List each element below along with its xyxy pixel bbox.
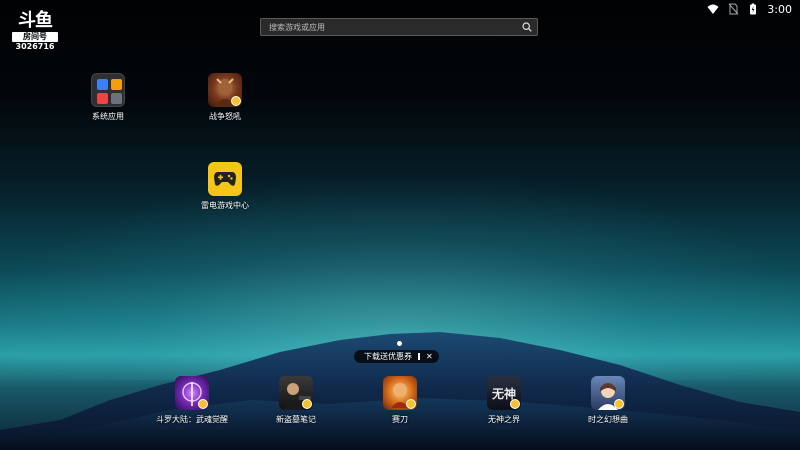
app-label: 新盗墓笔记	[276, 415, 316, 424]
search-icon	[522, 22, 532, 32]
status-bar: 3:00	[707, 0, 800, 18]
logo-brand: 斗鱼	[18, 10, 53, 31]
badge-icon	[302, 399, 312, 409]
war-game-icon	[208, 73, 242, 107]
app-time-fantasy[interactable]: 时之幻想曲	[568, 376, 648, 425]
room-id: 3026716	[15, 42, 55, 51]
app-douluo-dalu[interactable]: 斗罗大陆：武魂觉醒	[152, 376, 232, 425]
no-sim-icon	[728, 3, 739, 15]
app-war-roar[interactable]: 战争怒吼	[185, 73, 265, 122]
app-ldplayer-game-center[interactable]: 雷电游戏中心	[185, 162, 265, 211]
app-label: 系统应用	[92, 112, 124, 121]
coupon-text: 下载送优惠券	[364, 352, 412, 361]
search-input[interactable]	[261, 19, 517, 35]
search-bar[interactable]	[260, 18, 538, 36]
app-label: 赛刀	[392, 415, 408, 424]
android-home-screen: 3:00 斗鱼 房间号 3026716 系统应用	[0, 0, 800, 450]
coupon-banner[interactable]: 下载送优惠券 ✕	[354, 350, 439, 363]
badge-icon	[231, 96, 241, 106]
douyu-logo: 斗鱼 房间号 3026716	[12, 12, 58, 52]
app-label: 时之幻想曲	[588, 415, 628, 424]
app-system-apps[interactable]: 系统应用	[68, 73, 148, 122]
app-tomb-notes[interactable]: 新盗墓笔记	[256, 376, 336, 425]
app-label: 斗罗大陆：武魂觉醒	[156, 415, 228, 424]
time-fantasy-game-icon	[591, 376, 625, 410]
wifi-icon	[707, 4, 719, 14]
app-saidao[interactable]: 赛刀	[360, 376, 440, 425]
room-label: 房间号	[12, 32, 58, 42]
app-label: 无神之界	[488, 415, 520, 424]
search-button[interactable]	[517, 19, 537, 35]
clock: 3:00	[767, 2, 792, 16]
app-wushen[interactable]: 无神 无神之界	[464, 376, 544, 425]
page-indicator-dot	[397, 341, 402, 346]
douluo-game-icon	[175, 376, 209, 410]
close-icon[interactable]: ✕	[426, 352, 433, 361]
app-label: 战争怒吼	[209, 112, 241, 121]
app-label: 雷电游戏中心	[201, 201, 249, 210]
badge-icon	[614, 399, 624, 409]
badge-icon	[406, 399, 416, 409]
tomb-notes-game-icon	[279, 376, 313, 410]
wushen-game-icon: 无神	[487, 376, 521, 410]
saidao-game-icon	[383, 376, 417, 410]
system-apps-folder-icon	[91, 73, 125, 107]
badge-icon	[510, 399, 520, 409]
gamepad-icon	[208, 162, 242, 196]
badge-icon	[198, 399, 208, 409]
coupon-separator	[418, 353, 420, 360]
battery-icon	[750, 3, 757, 15]
